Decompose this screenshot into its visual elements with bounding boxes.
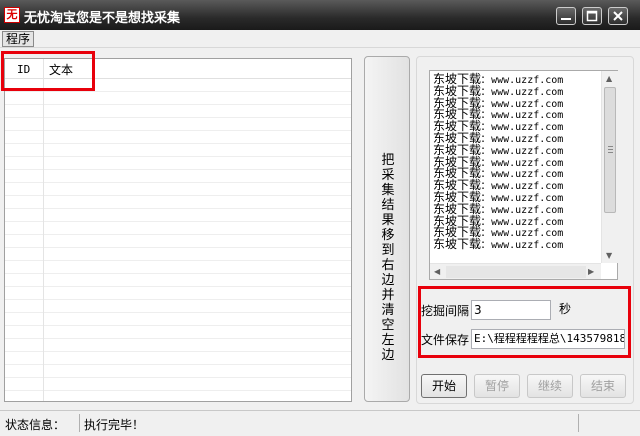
log-textbox[interactable]: 东坡下载: www.uzzf.com 东坡下载: www.uzzf.com 东坡下载…	[429, 70, 618, 280]
status-label: 状态信息：	[5, 418, 66, 432]
vertical-scroll-thumb[interactable]	[604, 87, 616, 213]
highlight-box	[1, 51, 95, 91]
status-value: 执行完毕！	[84, 418, 145, 432]
menu-bar: 程序	[0, 30, 640, 48]
grip-line	[608, 149, 613, 150]
maximize-icon	[586, 10, 598, 22]
scroll-left-icon[interactable]: ◀	[434, 267, 440, 276]
status-divider	[79, 414, 80, 432]
move-results-label: 把采集结果移到右边并清空左边	[381, 153, 395, 363]
app-icon: 无	[4, 7, 20, 23]
status-bar: 状态信息： 执行完毕！	[0, 410, 640, 436]
grip-line	[608, 152, 613, 153]
log-line: 东坡下载: www.uzzf.com	[433, 238, 563, 252]
start-button[interactable]: 开始	[421, 374, 467, 398]
window-title: 无忧淘宝您是不是想找采集	[24, 11, 181, 26]
minimize-button[interactable]	[556, 7, 576, 25]
status-divider	[578, 414, 579, 432]
menu-program[interactable]: 程序	[2, 31, 35, 47]
stop-button[interactable]: 结束	[580, 374, 626, 398]
result-list[interactable]: ID 文本	[4, 58, 352, 402]
horizontal-scrollbar[interactable]: ◀ ▶	[430, 263, 601, 279]
scroll-up-icon[interactable]: ▲	[606, 74, 612, 83]
scroll-down-icon[interactable]: ▼	[606, 251, 612, 260]
maximize-button[interactable]	[582, 7, 602, 25]
log-line-url: www.uzzf.com	[485, 240, 564, 252]
title-bar[interactable]: 无 无忧淘宝您是不是想找采集	[0, 0, 640, 30]
list-body	[5, 79, 351, 401]
pause-button[interactable]: 暂停	[474, 374, 520, 398]
scroll-right-icon[interactable]: ▶	[588, 267, 594, 276]
close-button[interactable]	[608, 7, 628, 25]
close-icon	[613, 11, 623, 21]
vertical-scrollbar[interactable]: ▲ ▼	[601, 71, 618, 263]
column-divider	[43, 59, 44, 401]
log-line-prefix: 东坡下载:	[433, 237, 486, 252]
highlight-box	[418, 286, 631, 358]
move-results-button[interactable]: 把采集结果移到右边并清空左边	[364, 56, 410, 402]
horizontal-scroll-track	[446, 266, 586, 278]
minimize-icon	[561, 18, 571, 20]
resume-button[interactable]: 继续	[527, 374, 573, 398]
grip-line	[608, 146, 613, 147]
